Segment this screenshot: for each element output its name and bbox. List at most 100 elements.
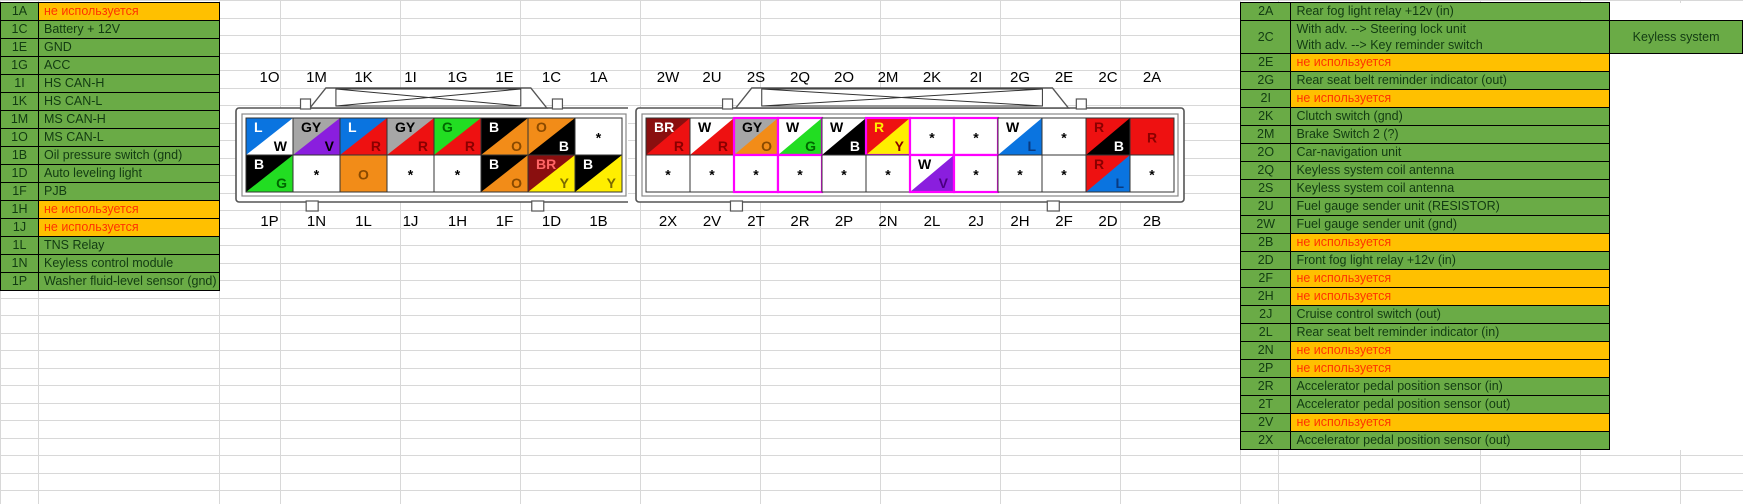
pin-description-cell: TNS Relay [38,236,220,255]
table-row: 2J Cruise control switch (out) [1239,305,1743,324]
pin-label-1B: 1B [589,213,607,230]
pin-label-2I: 2I [970,69,983,86]
table-row: 1E GND [0,38,220,57]
pin-group-blank-cell [1609,71,1743,90]
pin-cell-1B: BY [574,154,623,193]
table-row: 2S Keyless system coil antenna [1239,179,1743,198]
pin-group-blank-cell [1609,431,1743,450]
empty-pin-marker: * [841,167,847,183]
pin-cell-2U: WR [689,117,735,156]
wire-code-upper: G [442,119,453,135]
pin-unused-cell: не используется [38,218,220,237]
table-row: 1K HS CAN-L [0,92,220,111]
wire-code-upper: GY [301,119,322,135]
pin-cell-2B: * [1129,154,1175,193]
pin-cell-1L: O [339,154,388,193]
wire-code-upper: R [1094,156,1104,172]
pin-code-cell: 2E [1239,53,1292,72]
pin-code-cell: 2L [1239,323,1292,342]
pin-code-cell: 2U [1239,197,1292,216]
pin-description-cell: Keyless control module [38,254,220,273]
right-pinout-table: 2A Rear fog light relay +12v (in) 2C With a… [1239,2,1743,450]
pin-label-1L: 1L [355,213,372,230]
pin-unused-cell: не используется [1290,53,1611,72]
pin-description-cell: GND [38,38,220,57]
wire-code: O [358,167,369,183]
table-row: 2R Accelerator pedal position sensor (in) [1239,377,1743,396]
table-row: 2X Accelerator pedal position sensor (out… [1239,431,1743,450]
pin-label-2W: 2W [657,69,680,86]
pin-description-cell: Accelerator pedal position sensor (out) [1290,395,1611,414]
wire-code-lower: R [674,138,684,154]
wire-code-upper: W [830,119,844,135]
pin-label-2X: 2X [659,213,677,230]
empty-pin-marker: * [973,167,979,183]
empty-pin-marker: * [753,167,759,183]
pin-code-cell: 1G [0,56,39,75]
pin-cell-2T: * [732,153,780,194]
empty-pin-marker: * [885,167,891,183]
pin-cell-1M: GYV [292,117,341,156]
pin-code-cell: 2J [1239,305,1292,324]
empty-pin-marker: * [665,167,671,183]
wire-code-lower: V [939,175,949,191]
pin-description-line-1: With adv. --> Steering lock unit [1296,22,1467,36]
wire-code-upper: L [254,119,263,135]
pin-code-cell: 2W [1239,215,1292,234]
pin-description-cell: Rear fog light relay +12v (in) [1290,2,1611,21]
pin-code-cell: 2M [1239,125,1292,144]
pin-description-cell: PJB [38,182,220,201]
pin-unused-cell: не используется [1290,269,1611,288]
table-row: 1C Battery + 12V [0,20,220,39]
pin-description-cell: Auto leveling light [38,164,220,183]
pin-description-cell: Fuel gauge sender unit (gnd) [1290,215,1611,234]
pin-code-cell: 1K [0,92,39,111]
wire-code-lower: L [1115,175,1124,191]
pin-code-cell: 2P [1239,359,1292,378]
wire-code: R [1147,130,1157,146]
empty-pin-marker: * [973,130,979,146]
pin-cell-1F: BO [480,154,529,193]
pin-cell-2K: * [908,116,956,157]
table-row: 2Q Keyless system coil antenna [1239,161,1743,180]
wire-code-lower: O [511,138,522,154]
pin-code-cell: 1N [0,254,39,273]
wire-code-upper: W [698,119,712,135]
pin-group-blank-cell [1609,215,1743,234]
wire-code-lower: R [718,138,728,154]
pin-cell-2X: * [645,154,691,193]
table-row: 1F PJB [0,182,220,201]
empty-pin-marker: * [1061,130,1067,146]
pin-label-2H: 2H [1010,213,1029,230]
empty-pin-marker: * [408,167,414,183]
wire-code-lower: G [805,138,816,154]
wire-code-upper: GY [395,119,416,135]
pin-code-cell: 2H [1239,287,1292,306]
wire-code-lower: B [559,138,569,154]
pin-description-cell: Rear seat belt reminder indicator (out) [1290,71,1611,90]
pin-code-cell: 2D [1239,251,1292,270]
pin-cell-1C: OB [527,117,576,156]
pin-description-cell: Washer fluid-level sensor (gnd) [38,272,220,291]
pin-label-2R: 2R [790,213,809,230]
pin-group-blank-cell [1609,413,1743,432]
empty-pin-marker: * [596,130,602,146]
pin-group-blank-cell [1609,125,1743,144]
pin-cell-1K: LR [339,117,388,156]
pin-label-2L: 2L [924,213,941,230]
pin-cell-2J: * [952,153,1000,194]
pin-group-blank-cell [1609,269,1743,288]
pin-group-blank-cell [1609,2,1743,21]
pin-description-cell: Keyless system coil antenna [1290,161,1611,180]
table-row: 1L TNS Relay [0,236,220,255]
pin-label-2M: 2M [878,69,899,86]
pin-label-2E: 2E [1055,69,1073,86]
table-row: 1B Oil pressure switch (gnd) [0,146,220,165]
pin-label-2K: 2K [923,69,941,86]
pin-description-cell: Cruise control switch (out) [1290,305,1611,324]
table-row: 2O Car-navigation unit [1239,143,1743,162]
pin-label-1E: 1E [495,69,513,86]
pin-group-blank-cell [1609,197,1743,216]
wire-code-upper: B [583,156,593,172]
pin-group-blank-cell [1609,287,1743,306]
